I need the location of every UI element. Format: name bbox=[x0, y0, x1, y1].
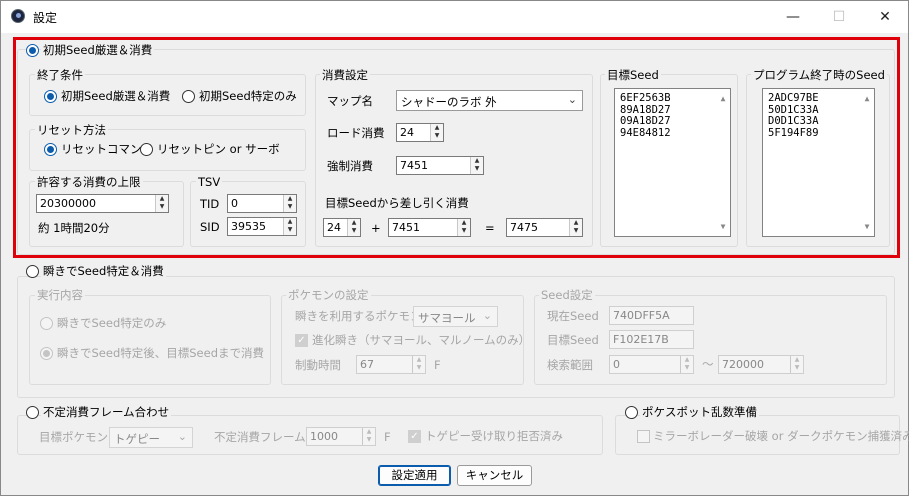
title-bar: 設定 — ☐ ✕ bbox=[1, 1, 908, 33]
range-from-spinner[interactable]: ▲ ▼ bbox=[680, 356, 693, 373]
mirror-label: ミラーボレーダー破壊 or ダークポケモン捕獲済み bbox=[653, 429, 909, 443]
seed-settings-title: Seed設定 bbox=[539, 288, 595, 302]
exec-group bbox=[29, 295, 271, 385]
section3-title: 不定消費フレーム合わせ bbox=[41, 405, 172, 419]
togepi-label: トゲピー受け取り拒否済み bbox=[425, 429, 563, 443]
close-button[interactable]: ✕ bbox=[862, 1, 908, 33]
apply-button[interactable]: 設定適用 bbox=[378, 465, 451, 486]
frame-label: 不定消費フレーム bbox=[214, 430, 306, 444]
blink-pokemon-select[interactable]: サマヨール ⌄ bbox=[413, 306, 498, 327]
frame-spinner[interactable]: ▲ ▼ bbox=[362, 428, 375, 445]
cancel-button[interactable]: キャンセル bbox=[457, 465, 532, 486]
target-pokemon-select[interactable]: トゲピー ⌄ bbox=[109, 427, 193, 448]
chevron-down-icon: ⌄ bbox=[177, 430, 187, 443]
exec-full-label: 瞬きでSeed特定後、目標Seedまで消費 bbox=[57, 346, 264, 360]
section4-radio[interactable] bbox=[625, 406, 638, 419]
section4-title: ポケスポット乱数準備 bbox=[640, 405, 759, 419]
minimize-button[interactable]: — bbox=[770, 1, 816, 33]
highlight-frame bbox=[13, 37, 900, 258]
evolve-blink-checkbox[interactable]: ✓ bbox=[295, 334, 308, 347]
exec-identify-radio[interactable] bbox=[40, 317, 53, 330]
pokemon-title: ポケモンの設定 bbox=[286, 288, 371, 302]
range-to-spinner[interactable]: ▲ ▼ bbox=[790, 356, 803, 373]
section2-title: 瞬きでSeed特定＆消費 bbox=[41, 264, 166, 278]
evolve-blink-label: 進化瞬き（サマヨール、マルノームのみ） bbox=[312, 333, 531, 347]
exec-title: 実行内容 bbox=[35, 288, 85, 302]
window-title: 設定 bbox=[33, 11, 58, 25]
target-seed2-label: 目標Seed bbox=[547, 333, 599, 347]
target-pokemon-value: トゲピー bbox=[114, 432, 160, 446]
maximize-button: ☐ bbox=[832, 9, 846, 25]
current-seed-input[interactable]: 740DFF5A bbox=[609, 306, 694, 325]
range-tilde: 〜 bbox=[702, 357, 714, 371]
frame-unit: F bbox=[384, 430, 391, 444]
chevron-down-icon: ⌄ bbox=[482, 309, 492, 322]
blink-pokemon-value: サマヨール bbox=[418, 311, 476, 325]
settings-window: 設定 — ☐ ✕ 初期Seed厳選＆消費 終了条件 初期Seed厳選＆消費 初期… bbox=[0, 0, 909, 496]
ctrl-time-spinner[interactable]: ▲ ▼ bbox=[412, 356, 425, 373]
range-label: 検索範囲 bbox=[547, 358, 593, 372]
app-icon bbox=[11, 9, 25, 23]
target-seed2-input[interactable]: F102E17B bbox=[609, 330, 694, 349]
togepi-checkbox[interactable]: ✓ bbox=[408, 430, 421, 443]
ctrl-time-unit: F bbox=[434, 358, 441, 372]
blink-pokemon-label: 瞬きを利用するポケモン bbox=[295, 309, 422, 323]
section2-radio[interactable] bbox=[26, 265, 39, 278]
exec-full-radio[interactable] bbox=[40, 347, 53, 360]
mirror-checkbox[interactable] bbox=[637, 430, 650, 443]
ctrl-time-label: 制動時間 bbox=[295, 358, 341, 372]
target-pokemon-label: 目標ポケモン bbox=[39, 430, 108, 444]
exec-identify-label: 瞬きでSeed特定のみ bbox=[57, 316, 167, 330]
section3-radio[interactable] bbox=[26, 406, 39, 419]
current-seed-label: 現在Seed bbox=[547, 309, 599, 323]
